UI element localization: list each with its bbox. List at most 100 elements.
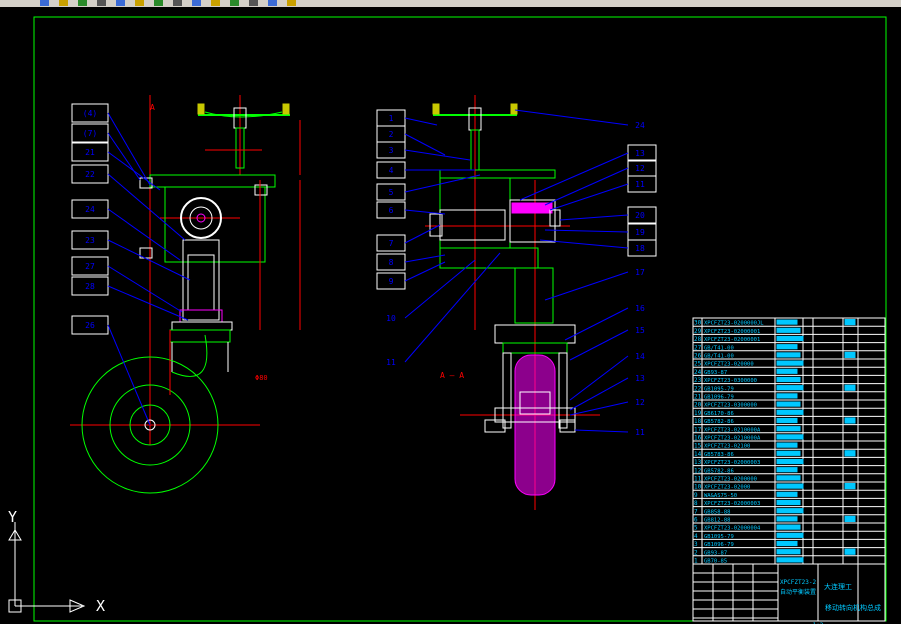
save-icon[interactable] — [78, 0, 87, 6]
balloon-left-7: 28 — [85, 282, 95, 291]
bom-row-name-20 — [776, 483, 804, 489]
bom-row-no-20: 10 — [694, 484, 702, 491]
paste-icon[interactable] — [154, 0, 163, 6]
balloon-r-right-13: 11 — [635, 428, 645, 437]
bom-row-no-1: 29 — [694, 328, 702, 335]
bom-row-name-2 — [776, 335, 804, 342]
wheel-dim-label: Φ80 — [255, 374, 268, 382]
bom-row-no-29: 1 — [694, 558, 698, 565]
balloon-left-8: 26 — [85, 321, 95, 330]
wheel-tyre-section — [514, 354, 556, 496]
bom-row-no-17: 13 — [694, 459, 702, 466]
cad-drawing-canvas[interactable]: AΦ80(4)(7)21222423272826 A — A1234567891… — [0, 7, 901, 624]
bom-row-no-4: 26 — [694, 353, 702, 360]
bom-row-code-0: XPCFZT23-0200000JL — [704, 321, 764, 327]
bom-row-no-5: 25 — [694, 361, 702, 368]
bom-row-code-16: GB5783-86 — [704, 452, 734, 458]
bom-row-name-18 — [776, 467, 798, 473]
undo-icon[interactable] — [173, 0, 182, 6]
bom-row-code-7: XPCFZT23-0300000 — [704, 378, 757, 384]
bom-row-name-10 — [776, 401, 801, 407]
bom-row-name-16 — [776, 450, 801, 456]
bom-row-name-9 — [776, 393, 798, 399]
title-stamp: 大连理工 — [824, 582, 852, 591]
bom-row-mat-12 — [844, 417, 856, 424]
bom-row-name-5 — [776, 360, 804, 366]
bom-row-code-22: XPCFZT23-02000003 — [704, 501, 760, 507]
bom-row-name-13 — [776, 426, 801, 432]
bom-row-code-2: XPCFZT23-02000001 — [704, 337, 760, 343]
bom-row-code-20: XPCFZT23-02000 — [704, 485, 750, 491]
balloon-left-5: 23 — [85, 236, 95, 245]
balloon-left-2: 21 — [85, 148, 95, 157]
properties-icon[interactable] — [249, 0, 258, 6]
copy-icon[interactable] — [135, 0, 144, 6]
bom-row-no-15: 15 — [694, 443, 702, 450]
balloon-r-left-1: 2 — [389, 130, 394, 139]
balloon-r-left-2: 3 — [389, 146, 394, 155]
bom-row-mat-8 — [844, 384, 856, 391]
bom-row-no-23: 7 — [694, 508, 698, 515]
bom-row-no-28: 2 — [694, 549, 698, 556]
bom-row-code-10: XPCFZT23-0300000 — [704, 403, 757, 409]
bom-row-code-3: GB/T41-00 — [704, 345, 734, 351]
open-icon[interactable] — [59, 0, 68, 6]
balloon-r-right-10: 14 — [635, 352, 645, 361]
bom-row-no-24: 6 — [694, 517, 698, 524]
bom-row-name-19 — [776, 475, 801, 481]
bom-row-name-15 — [776, 442, 798, 448]
layer-icon[interactable] — [268, 0, 277, 6]
pan-icon[interactable] — [211, 0, 220, 6]
bom-row-code-24: GB812-88 — [704, 518, 731, 524]
bom-row-name-12 — [776, 417, 798, 424]
bom-row-mat-4 — [844, 351, 856, 358]
ucs-x-label: X — [96, 597, 105, 615]
bom-row-code-25: XPCFZT23-02000004 — [704, 526, 761, 532]
view-label-a: A — [150, 103, 155, 112]
color-icon[interactable] — [287, 0, 296, 6]
balloon-r-right-0: 24 — [635, 121, 645, 130]
bom-row-no-19: 11 — [694, 476, 702, 483]
bom-row-no-12: 18 — [694, 418, 702, 425]
balloon-r-right-12: 12 — [635, 398, 645, 407]
bom-row-mat-20 — [844, 483, 856, 490]
balloon-r-right-8: 16 — [635, 304, 645, 313]
new-icon[interactable] — [40, 0, 49, 6]
bom-row-name-4 — [776, 352, 801, 358]
balloon-r-left-7: 8 — [389, 258, 394, 267]
bom-row-mat-28 — [844, 548, 856, 555]
bom-row-name-21 — [776, 491, 798, 497]
bom-row-code-26: GB1095-79 — [704, 534, 734, 540]
title-code-top: XPCFZT23-2 — [780, 579, 817, 586]
cut-icon[interactable] — [116, 0, 125, 6]
bom-row-no-14: 16 — [694, 435, 702, 442]
balloon-r-left-5: 6 — [389, 206, 394, 215]
bom-row-name-11 — [776, 409, 804, 415]
bom-row-no-0: 30 — [694, 320, 702, 327]
bom-row-name-23 — [776, 508, 804, 514]
bom-row-name-1 — [776, 327, 801, 333]
redo-icon[interactable] — [192, 0, 201, 6]
balloon-r-left-9: 10 — [386, 314, 396, 323]
bom-row-code-17: XPCFZT23-02000003 — [704, 460, 760, 466]
zoom-icon[interactable] — [230, 0, 239, 6]
bom-row-no-6: 24 — [694, 369, 702, 376]
bom-row-mat-24 — [844, 515, 856, 522]
balloon-r-left-4: 5 — [389, 188, 394, 197]
bom-row-no-2: 28 — [694, 336, 702, 343]
bom-row-name-0 — [776, 319, 798, 325]
bom-row-code-18: GB5782-86 — [704, 468, 734, 474]
balloon-r-right-11: 13 — [635, 374, 645, 383]
title-name-small: 自动平衡装置 — [780, 588, 816, 596]
handwheel-grip-right-r — [510, 103, 518, 115]
bom-row-no-3: 27 — [694, 344, 702, 351]
balloon-r-left-3: 4 — [389, 166, 394, 175]
bom-row-no-27: 3 — [694, 541, 698, 548]
balloon-r-right-7: 17 — [635, 268, 645, 277]
bom-row-name-26 — [776, 532, 804, 538]
balloon-r-left-10: 11 — [386, 358, 396, 367]
print-icon[interactable] — [97, 0, 106, 6]
bom-row-name-28 — [776, 549, 801, 555]
bom-row-code-19: XPCFZT23-0200000 — [704, 477, 757, 483]
balloon-r-left-0: 1 — [389, 114, 394, 123]
